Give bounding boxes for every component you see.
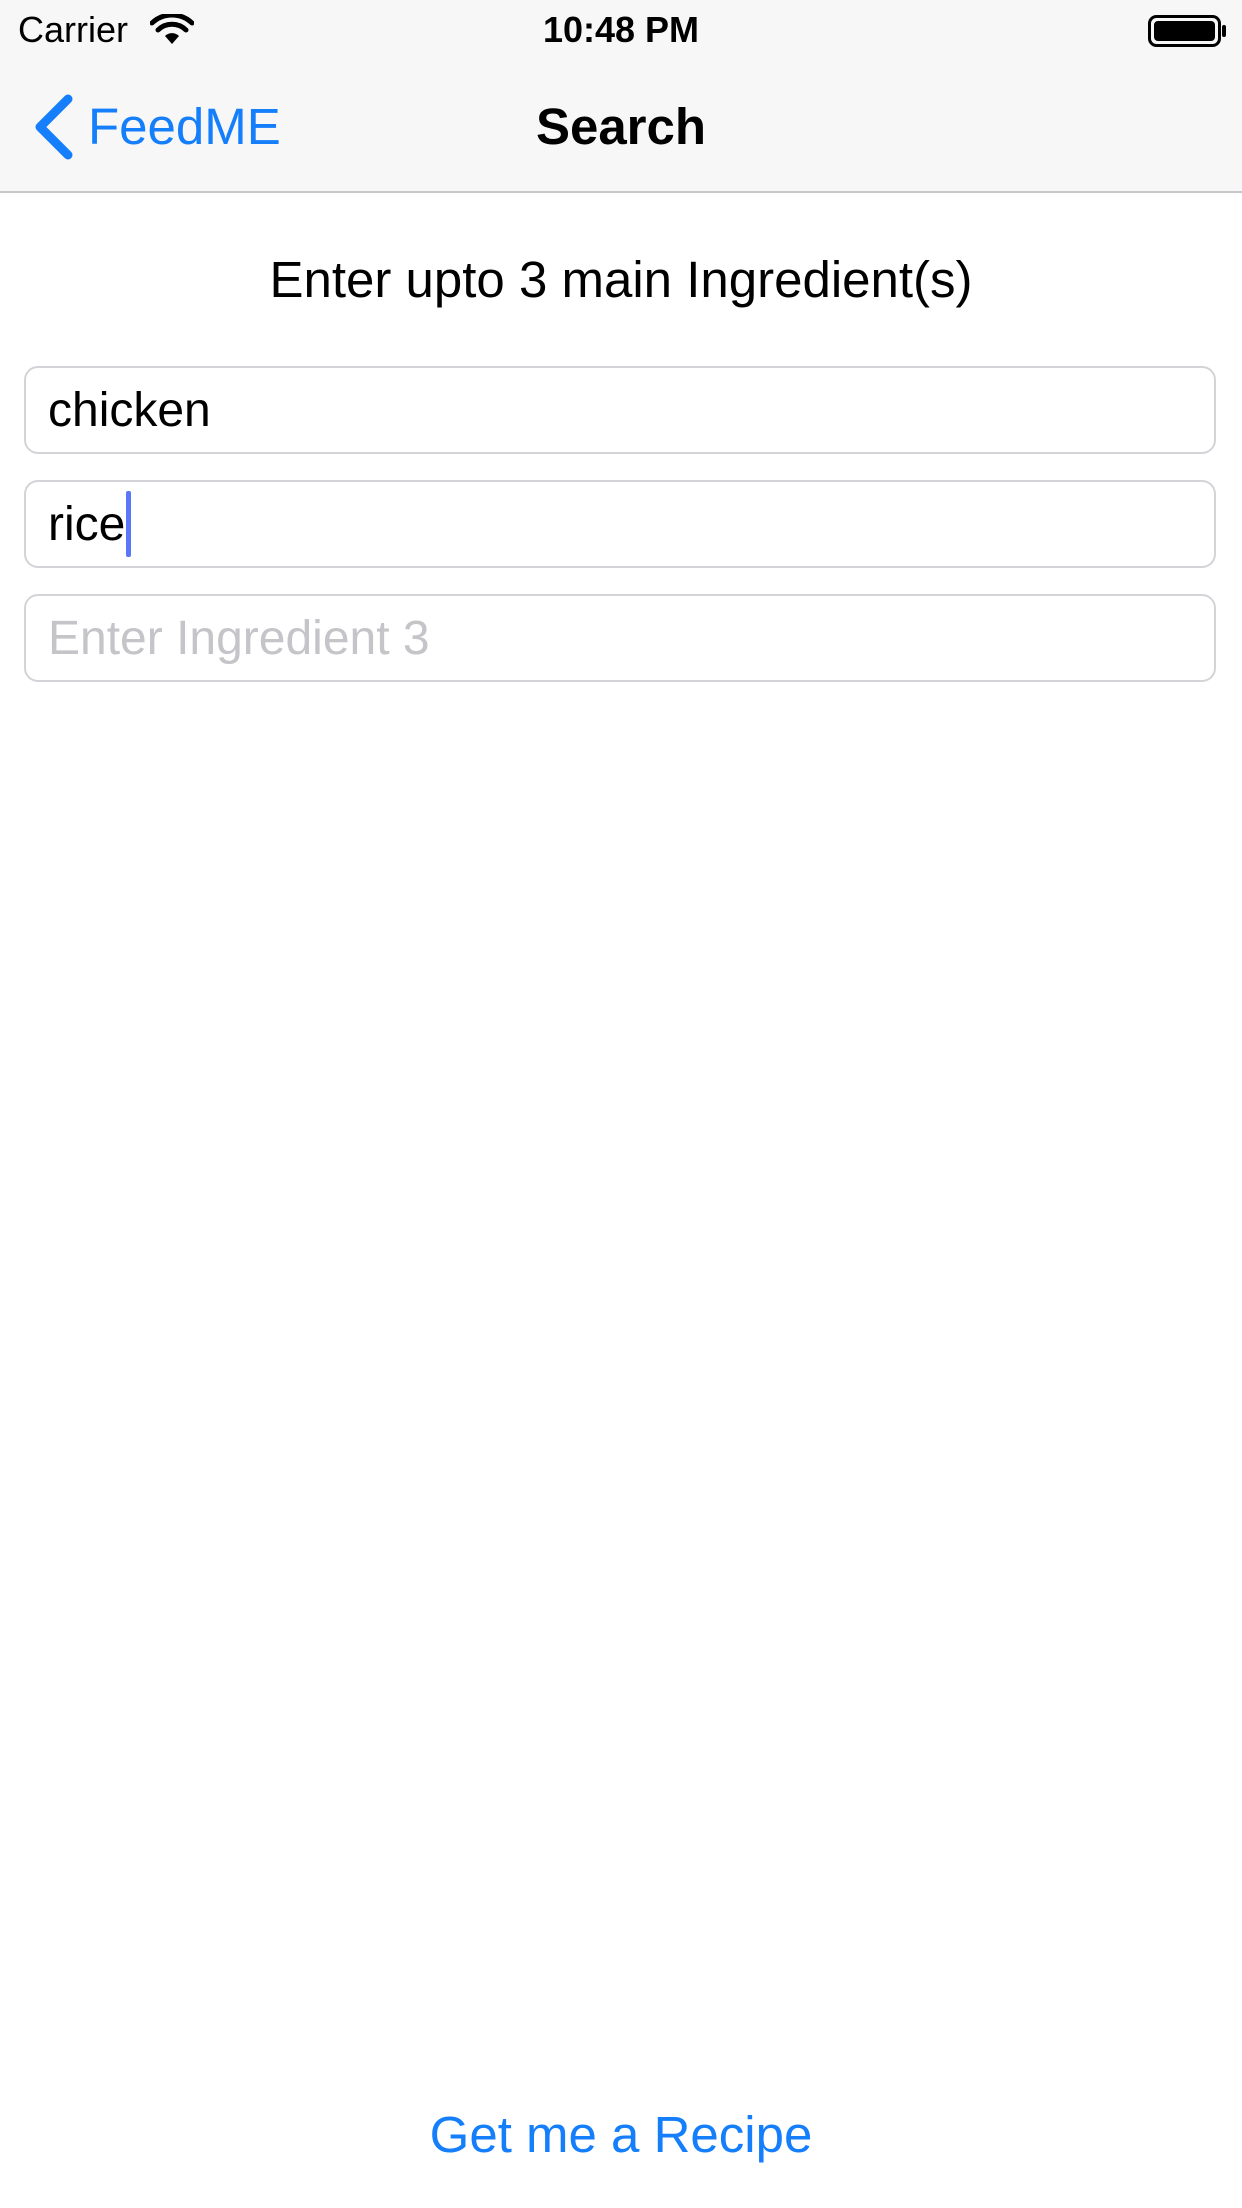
ingredient-2-field[interactable]: rice xyxy=(24,480,1216,568)
ingredient-2-value: rice xyxy=(48,497,126,551)
ingredient-1-field[interactable]: chicken xyxy=(24,366,1216,454)
ingredient-1-value: chicken xyxy=(48,383,211,437)
status-time: 10:48 PM xyxy=(542,9,700,50)
get-recipe-button[interactable]: Get me a Recipe xyxy=(0,2100,1242,2170)
battery-icon xyxy=(1148,15,1226,47)
page-title: Search xyxy=(535,98,707,155)
status-bar: Carrier 10:48 PM xyxy=(0,0,1242,60)
navigation-bar: FeedME Search xyxy=(0,60,1242,193)
ingredient-3-field[interactable]: Enter Ingredient 3 xyxy=(24,594,1216,682)
ingredient-3-placeholder: Enter Ingredient 3 xyxy=(48,611,430,665)
instruction-label: Enter upto 3 main Ingredient(s) xyxy=(269,251,973,308)
text-caret xyxy=(126,491,132,557)
